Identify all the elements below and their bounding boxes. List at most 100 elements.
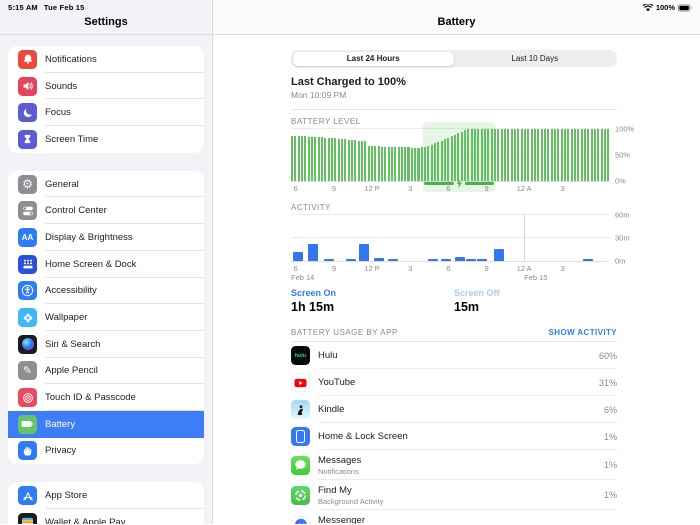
midnight-gridline: [524, 215, 525, 261]
home-dock-icon: [18, 255, 37, 274]
segment-last-24-hours[interactable]: Last 24 Hours: [293, 52, 455, 66]
activity-date-label: Feb 15: [524, 273, 547, 282]
speaker-icon: [18, 77, 37, 96]
sidebar-item-touch-id-passcode[interactable]: Touch ID & Passcode: [8, 384, 204, 411]
sidebar-item-label: Focus: [45, 107, 71, 118]
app-usage-percent: 1%: [604, 490, 617, 500]
segment-last-10-days[interactable]: Last 10 Days: [454, 52, 616, 66]
app-store-icon: [18, 486, 37, 505]
screen-off-label: Screen Off: [454, 288, 617, 298]
hulu-app-icon: hulu: [291, 346, 310, 365]
app-name-block: YouTube: [318, 377, 591, 388]
sidebar-item-app-store[interactable]: App Store: [8, 482, 204, 509]
activity-x-tick: 9: [484, 264, 488, 273]
kindle-app-icon: [291, 400, 310, 419]
sidebar-item-label: Home Screen & Dock: [45, 259, 136, 270]
app-name: Home & Lock Screen: [318, 431, 596, 442]
app-usage-subtitle: Notifications: [318, 467, 596, 476]
sidebar-item-label: Screen Time: [45, 134, 98, 145]
activity-section-label: ACTIVITY: [291, 203, 635, 212]
gridline: [291, 214, 609, 215]
app-name: Hulu: [318, 350, 591, 361]
battery-status-icon: [678, 4, 692, 12]
status-date: Tue Feb 15: [44, 3, 85, 12]
battery-x-tick: 12 A: [517, 184, 532, 193]
battery-x-tick: 9: [332, 184, 336, 193]
usage-row-hulu[interactable]: hulu Hulu 60%: [291, 342, 617, 369]
pencil-icon: ✎: [18, 361, 37, 380]
app-name: Find My: [318, 485, 596, 496]
sidebar-item-home-screen-dock[interactable]: Home Screen & Dock: [8, 251, 204, 278]
control-center-icon: [18, 201, 37, 220]
app-name: Messenger: [318, 515, 600, 525]
usage-row-find-my[interactable]: Find MyBackground Activity1%: [291, 480, 617, 510]
bell-icon: [18, 50, 37, 69]
battery-y-label: 0%: [609, 177, 626, 186]
activity-y-label: 0m: [609, 257, 625, 266]
show-activity-button[interactable]: SHOW ACTIVITY: [549, 328, 617, 337]
sidebar-item-display-brightness[interactable]: AADisplay & Brightness: [8, 224, 204, 251]
detail-header: Battery 100%: [213, 0, 700, 34]
sidebar-group-3: App Store Wallet & Apple Pay: [8, 482, 204, 524]
activity-x-tick: 6: [294, 264, 298, 273]
activity-bar: [308, 244, 318, 261]
battery-level-bars: [291, 129, 609, 181]
activity-plot[interactable]: 60m30m0m: [291, 215, 609, 261]
sidebar-item-apple-pencil[interactable]: ✎Apple Pencil: [8, 358, 204, 385]
activity-x-tick: 9: [332, 264, 336, 273]
sidebar-item-siri-search[interactable]: Siri & Search: [8, 331, 204, 358]
messenger-app-icon: [291, 516, 310, 525]
sidebar-item-general[interactable]: ⚙General: [8, 171, 204, 198]
activity-x-tick: 12 P: [364, 264, 379, 273]
time-range-segmented-control[interactable]: Last 24 Hours Last 10 Days: [291, 50, 617, 67]
app-name-block: Home & Lock Screen: [318, 431, 596, 442]
usage-row-messenger[interactable]: MessengerNotifications—: [291, 510, 617, 524]
activity-date-labels: Feb 14Feb 15: [291, 273, 609, 283]
sidebar-title: Settings: [0, 16, 212, 28]
activity-bar: [359, 244, 369, 261]
sidebar-item-screen-time[interactable]: Screen Time: [8, 126, 204, 153]
status-battery-percent: 100%: [656, 3, 675, 12]
usage-row-home-lock-screen[interactable]: Home & Lock Screen 1%: [291, 423, 617, 450]
sidebar-item-label: Sounds: [45, 81, 77, 92]
sidebar-item-wallpaper[interactable]: Wallpaper: [8, 304, 204, 331]
sidebar-item-focus[interactable]: Focus: [8, 99, 204, 126]
activity-x-tick: 3: [560, 264, 564, 273]
activity-x-axis: 6912 P36912 A3: [291, 261, 609, 273]
app-name: Kindle: [318, 404, 596, 415]
sidebar-item-wallet-apple-pay[interactable]: Wallet & Apple Pay: [8, 509, 204, 524]
battery-usage-header: BATTERY USAGE BY APP SHOW ACTIVITY: [291, 328, 617, 341]
sidebar-item-label: Wallpaper: [45, 312, 87, 323]
screen-time-summary: Screen On 1h 15m Screen Off 15m: [291, 288, 617, 314]
last-charged-block: Last Charged to 100% Mon 10:09 PM: [291, 76, 617, 110]
app-usage-percent: —: [608, 520, 617, 524]
messages-app-icon: [291, 456, 310, 475]
sidebar-item-label: App Store: [45, 490, 87, 501]
app-usage-percent: 60%: [599, 351, 617, 361]
battery-x-tick: 3: [560, 184, 564, 193]
sidebar-item-notifications[interactable]: Notifications: [8, 46, 204, 73]
usage-row-kindle[interactable]: Kindle6%: [291, 396, 617, 423]
gridline: [291, 237, 609, 238]
sidebar-item-label: Battery: [45, 419, 75, 430]
usage-row-messages[interactable]: MessagesNotifications1%: [291, 450, 617, 480]
status-time-date: 5:15 AM Tue Feb 15: [8, 3, 85, 12]
hourglass-icon: [18, 130, 37, 149]
sidebar-item-accessibility[interactable]: Accessibility: [8, 278, 204, 305]
last-charged-title: Last Charged to 100%: [291, 76, 617, 88]
sidebar-item-battery[interactable]: Battery: [8, 411, 204, 438]
status-time: 5:15 AM: [8, 3, 38, 12]
sidebar-item-label: Accessibility: [45, 285, 97, 296]
find-my-app-icon: [291, 486, 310, 505]
app-usage-percent: 1%: [604, 432, 617, 442]
usage-row-youtube[interactable]: YouTube 31%: [291, 369, 617, 396]
screen-on-label: Screen On: [291, 288, 454, 298]
top-bar: 5:15 AM Tue Feb 15 Settings Battery 100%: [0, 0, 700, 35]
sidebar-item-privacy[interactable]: Privacy: [8, 438, 204, 465]
app-usage-percent: 31%: [599, 378, 617, 388]
activity-x-tick: 6: [446, 264, 450, 273]
activity-chart: 60m30m0m 6912 P36912 A3 Feb 14Feb 15: [291, 215, 635, 283]
battery-level-plot[interactable]: 0%50%100%: [291, 129, 609, 181]
sidebar-item-sounds[interactable]: Sounds: [8, 73, 204, 100]
sidebar-item-control-center[interactable]: Control Center: [8, 197, 204, 224]
